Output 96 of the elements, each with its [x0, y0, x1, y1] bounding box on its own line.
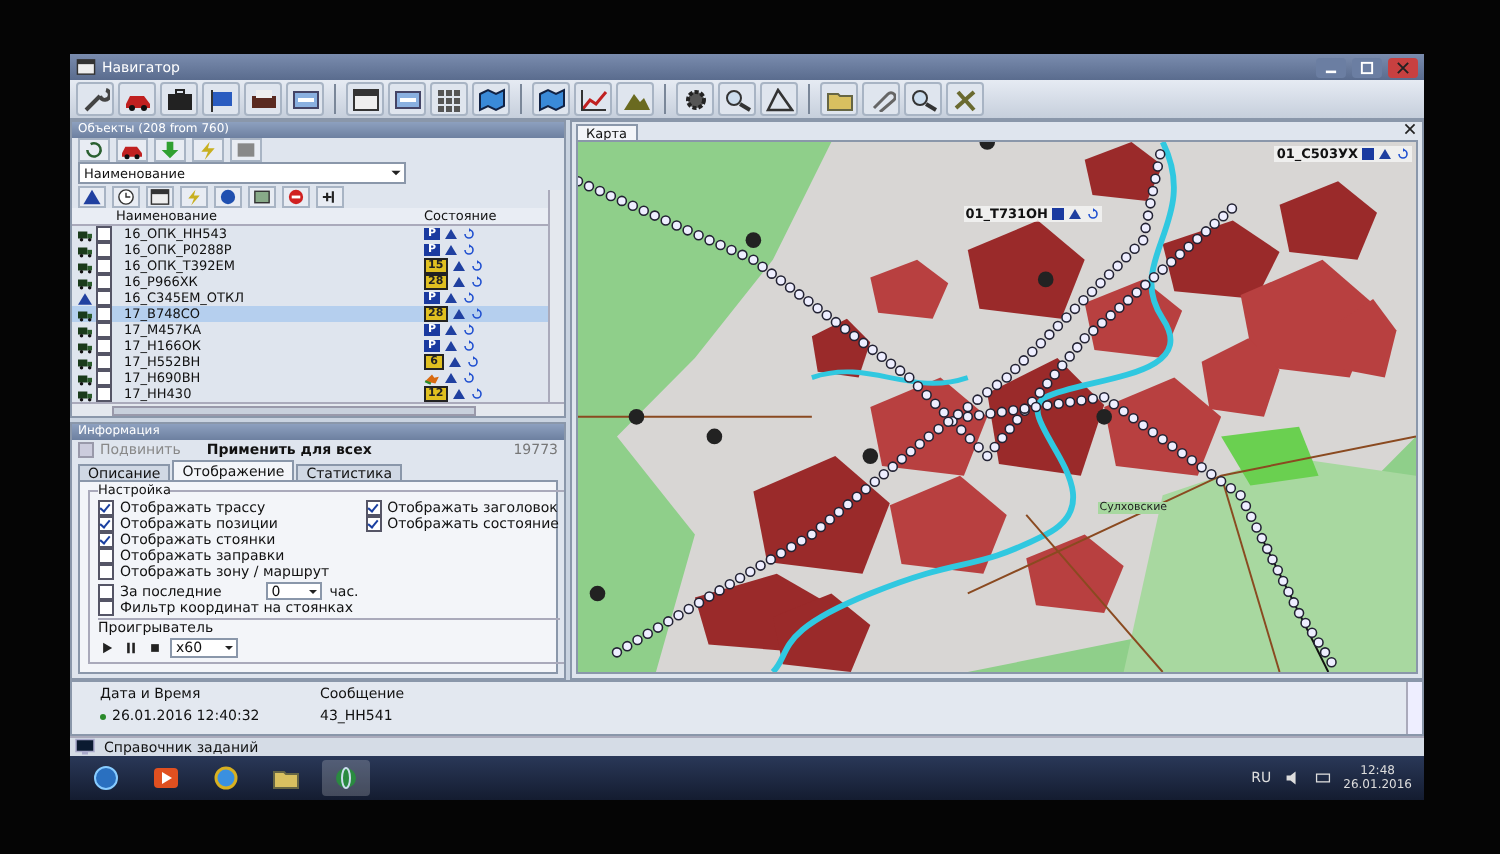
toolbar-button[interactable] [244, 82, 282, 116]
maximize-button[interactable] [1352, 57, 1382, 77]
toolbar-button[interactable] [112, 186, 140, 208]
moving-arrow-icon [424, 371, 440, 385]
search-icon [723, 87, 751, 111]
checkbox[interactable] [96, 290, 112, 306]
toolbar-button[interactable] [248, 186, 276, 208]
stop-square-icon [146, 640, 164, 656]
close-button[interactable] [1402, 122, 1418, 140]
toolbar-button[interactable] [574, 82, 612, 116]
stop-icon [286, 188, 306, 206]
toolbar-button[interactable] [202, 82, 240, 116]
checkbox[interactable] [96, 306, 112, 322]
checkbox[interactable] [96, 274, 112, 290]
caret-icon [305, 585, 320, 597]
grid-icon [435, 87, 463, 111]
refresh-icon [82, 139, 106, 159]
pause-button[interactable] [122, 640, 140, 656]
chart-icon [579, 87, 607, 111]
toolbar-button[interactable] [76, 82, 114, 116]
tools-icon [951, 87, 979, 111]
triangle-icon [1068, 207, 1082, 220]
close-icon [1394, 59, 1412, 75]
speaker-icon [1283, 770, 1302, 786]
printer-icon [249, 87, 277, 111]
toolbar-button[interactable] [116, 137, 148, 161]
folder-icon [825, 87, 853, 111]
window-icon [351, 87, 379, 111]
monitor-icon [74, 738, 96, 756]
close-icon [1402, 122, 1418, 136]
toolbar-button[interactable] [316, 186, 344, 208]
checkbox[interactable] [96, 322, 112, 338]
triangle-icon [76, 291, 94, 305]
card-icon [291, 87, 319, 111]
ruler-icon [765, 87, 793, 111]
scrollbar[interactable] [1406, 682, 1422, 734]
toolbar-button[interactable] [904, 82, 942, 116]
media-player-icon [152, 766, 180, 790]
toolbar-button[interactable] [160, 82, 198, 116]
minimize-button[interactable] [1316, 57, 1346, 77]
toolbar-button[interactable] [676, 82, 714, 116]
rotate-arrow-icon [1086, 207, 1100, 220]
toolbar-button[interactable] [388, 82, 426, 116]
checkbox[interactable] [96, 386, 112, 402]
play-icon [98, 640, 116, 656]
search-icon [909, 87, 937, 111]
toolbar-button[interactable] [78, 137, 110, 161]
scrollbar[interactable] [72, 402, 564, 416]
stop-button[interactable] [146, 640, 164, 656]
caret-icon [222, 642, 236, 654]
checkbox[interactable] [98, 583, 114, 599]
folder-icon [272, 766, 300, 790]
globe-icon [332, 766, 360, 790]
gear-icon [681, 87, 709, 111]
window-icon [76, 58, 96, 76]
toolbar-button[interactable] [346, 82, 384, 116]
toolbar-button[interactable] [718, 82, 756, 116]
checkbox[interactable] [96, 338, 112, 354]
wrench-icon [81, 87, 109, 111]
pause-icon [122, 640, 140, 656]
map-icon [477, 87, 505, 111]
card-icon [393, 87, 421, 111]
rotate-arrow-icon [1396, 148, 1410, 160]
caret-icon [388, 166, 404, 180]
toolbar-button[interactable] [286, 82, 324, 116]
triangle-icon [1378, 148, 1392, 160]
checkbox[interactable] [96, 370, 112, 386]
clock-icon [116, 188, 136, 206]
taskbar-button[interactable] [322, 760, 370, 796]
play-button[interactable] [98, 640, 116, 656]
checkbox[interactable] [98, 499, 114, 515]
browser-icon [212, 766, 240, 790]
checkbox[interactable] [96, 354, 112, 370]
checkbox[interactable] [96, 226, 112, 242]
triangle-icon [82, 188, 102, 206]
toolbar-button[interactable] [118, 82, 156, 116]
toolbar-button[interactable] [78, 186, 106, 208]
checkbox[interactable] [365, 499, 382, 515]
scrollbar[interactable] [548, 190, 564, 402]
toolbar-button[interactable] [146, 186, 174, 208]
down-arrow-icon [158, 139, 182, 159]
checkbox[interactable] [96, 242, 112, 258]
toolbar-button[interactable] [760, 82, 798, 116]
briefcase-icon [165, 87, 193, 111]
map-icon [537, 87, 565, 111]
toolbar-button[interactable] [214, 186, 242, 208]
flag-icon [207, 87, 235, 111]
picture-icon [252, 188, 272, 206]
toolbar-button[interactable] [472, 82, 510, 116]
status-dot-icon [100, 713, 106, 719]
paperclip-icon [867, 87, 895, 111]
square-icon [234, 139, 258, 159]
start-orb-icon [92, 766, 120, 790]
toolbar-button[interactable] [532, 82, 570, 116]
maximize-icon [1358, 59, 1376, 75]
checkbox[interactable] [96, 258, 112, 274]
